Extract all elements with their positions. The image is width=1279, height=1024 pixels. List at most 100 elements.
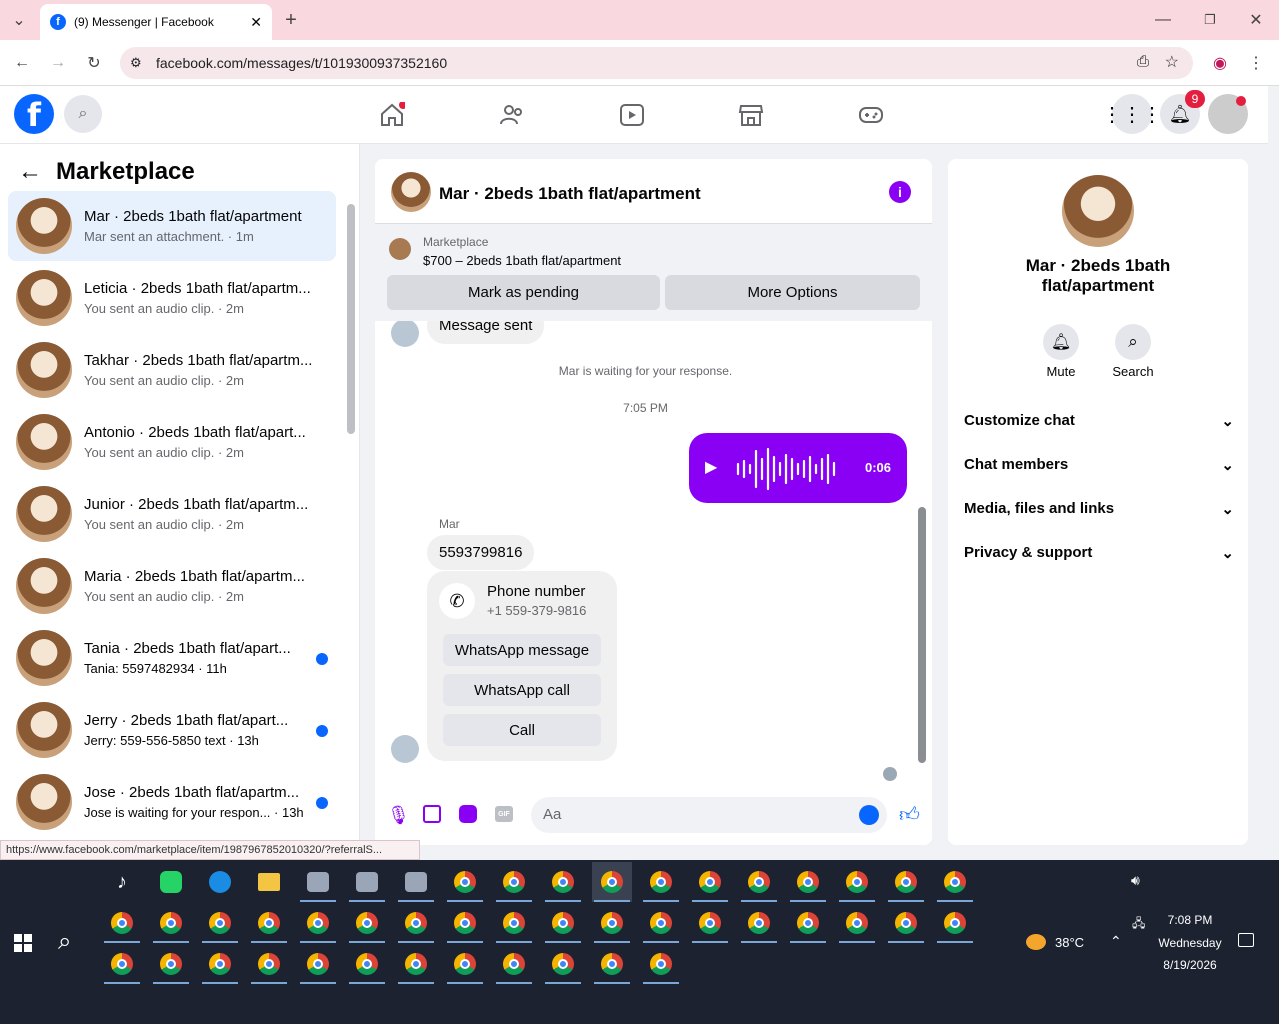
gaming-icon[interactable] xyxy=(858,102,884,128)
clock-time[interactable]: 7:08 PM xyxy=(1150,913,1230,927)
photo-icon[interactable] xyxy=(423,805,441,823)
message-input[interactable]: Aa xyxy=(531,797,887,833)
section-customize-chat[interactable]: Customize chat ⌄ xyxy=(964,412,1234,430)
friends-icon[interactable] xyxy=(499,102,525,128)
info-icon[interactable]: i xyxy=(889,181,911,203)
chrome-taskbar-icon[interactable] xyxy=(935,862,975,902)
new-tab-icon[interactable]: + xyxy=(276,5,306,35)
gif-icon[interactable]: GIF xyxy=(495,806,513,822)
section-media-files[interactable]: Media, files and links ⌄ xyxy=(964,500,1234,518)
chrome-taskbar-icon[interactable] xyxy=(445,862,485,902)
files-taskbar-icon[interactable] xyxy=(249,862,289,902)
chrome-taskbar-icon[interactable] xyxy=(445,903,485,943)
close-window-icon[interactable]: ✕ xyxy=(1241,5,1271,35)
chrome-taskbar-icon[interactable] xyxy=(690,862,730,902)
chrome-taskbar-icon[interactable] xyxy=(886,862,926,902)
taskbar-search-icon[interactable]: ⌕ xyxy=(58,928,71,956)
app2-taskbar-icon[interactable] xyxy=(347,862,387,902)
play-icon[interactable]: ▶ xyxy=(705,457,717,477)
forward-icon[interactable]: → xyxy=(43,48,73,78)
chrome-taskbar-icon[interactable] xyxy=(249,903,289,943)
listing-price[interactable]: $700 – 2beds 1bath flat/apartment xyxy=(423,253,621,268)
conversation-item[interactable]: Junior · 2beds 1bath flat/apartm... You s… xyxy=(8,479,336,549)
call-button[interactable]: Call xyxy=(443,714,601,746)
conversation-item[interactable]: Mar · 2beds 1bath flat/apartment Mar sent… xyxy=(8,191,336,261)
chrome-taskbar-icon[interactable] xyxy=(347,944,387,984)
search-icon[interactable]: ⌕ xyxy=(64,95,102,133)
chrome-taskbar-icon[interactable] xyxy=(543,903,583,943)
microphone-icon[interactable]: 🎙︎ xyxy=(387,805,410,826)
chrome-taskbar-icon[interactable] xyxy=(347,903,387,943)
chrome-taskbar-icon[interactable] xyxy=(739,862,779,902)
chrome-taskbar-icon[interactable] xyxy=(837,903,877,943)
chrome-taskbar-icon[interactable] xyxy=(690,903,730,943)
chrome-taskbar-icon[interactable] xyxy=(151,903,191,943)
chrome-taskbar-icon[interactable] xyxy=(543,862,583,902)
chrome-taskbar-icon[interactable] xyxy=(739,903,779,943)
video-icon[interactable] xyxy=(619,102,645,128)
profile-icon[interactable]: ◉ xyxy=(1205,48,1235,78)
conversation-item[interactable]: Tania · 2beds 1bath flat/apart... Tania: … xyxy=(8,623,336,693)
reload-icon[interactable]: ↻ xyxy=(79,48,109,78)
like-icon[interactable]: 👍︎ xyxy=(899,803,920,827)
chat-title[interactable]: Mar · 2beds 1bath flat/apartment xyxy=(439,184,701,204)
chrome-taskbar-icon[interactable] xyxy=(886,903,926,943)
sticker-icon[interactable] xyxy=(459,805,477,823)
tray-chevron-icon[interactable]: ⌃ xyxy=(1110,933,1122,950)
chrome-taskbar-icon[interactable] xyxy=(935,903,975,943)
mute-icon[interactable]: 🔔︎ xyxy=(1043,324,1079,360)
chrome-taskbar-icon[interactable] xyxy=(592,944,632,984)
chrome-taskbar-icon[interactable] xyxy=(494,862,534,902)
chat-scrollbar[interactable] xyxy=(918,507,926,763)
browser-tab[interactable]: f (9) Messenger | Facebook ✕ xyxy=(40,4,272,40)
whatsapp-call-button[interactable]: WhatsApp call xyxy=(443,674,601,706)
section-privacy-support[interactable]: Privacy & support ⌄ xyxy=(964,544,1234,562)
chrome-taskbar-icon[interactable] xyxy=(788,862,828,902)
chrome-taskbar-icon[interactable] xyxy=(592,903,632,943)
tab-search-icon[interactable]: ⌄ xyxy=(4,5,34,35)
marketplace-icon[interactable] xyxy=(738,102,764,128)
chrome-taskbar-icon[interactable] xyxy=(788,903,828,943)
chrome-taskbar-icon[interactable] xyxy=(298,903,338,943)
install-app-icon[interactable]: ⎙ xyxy=(1137,53,1149,70)
chrome-taskbar-icon[interactable] xyxy=(396,944,436,984)
chrome-taskbar-icon[interactable] xyxy=(298,944,338,984)
chrome-taskbar-icon[interactable] xyxy=(494,903,534,943)
chrome-taskbar-icon[interactable] xyxy=(396,903,436,943)
conversation-item[interactable]: Takhar · 2beds 1bath flat/apartm... You s… xyxy=(8,335,336,405)
menu-grid-icon[interactable]: ⋮⋮⋮ xyxy=(1102,94,1162,134)
app-taskbar-icon[interactable] xyxy=(298,862,338,902)
listing-thumbnail[interactable] xyxy=(389,238,411,260)
chrome-taskbar-icon[interactable] xyxy=(200,903,240,943)
chrome-taskbar-icon[interactable] xyxy=(151,944,191,984)
browser-menu-icon[interactable]: ⋮ xyxy=(1241,48,1271,78)
bookmark-star-icon[interactable]: ☆ xyxy=(1165,52,1179,72)
volume-icon[interactable]: 🔊︎ xyxy=(1131,872,1140,889)
whatsapp-taskbar-icon[interactable] xyxy=(151,862,191,902)
close-tab-icon[interactable]: ✕ xyxy=(250,14,262,31)
home-icon[interactable] xyxy=(379,102,405,128)
back-icon[interactable]: ← xyxy=(7,48,37,78)
facebook-logo[interactable]: f xyxy=(14,94,54,134)
start-icon[interactable] xyxy=(14,934,32,952)
search-chat-icon[interactable]: ⌕ xyxy=(1115,324,1151,360)
conversation-item[interactable]: Leticia · 2beds 1bath flat/apartm... You … xyxy=(8,263,336,333)
conversation-item[interactable]: Jerry · 2beds 1bath flat/apart... Jerry: … xyxy=(8,695,336,765)
app3-taskbar-icon[interactable] xyxy=(396,862,436,902)
more-options-button[interactable]: More Options xyxy=(665,275,920,310)
clock-date[interactable]: 8/19/2026 xyxy=(1150,958,1230,972)
edge-taskbar-icon[interactable] xyxy=(200,862,240,902)
tiktok-taskbar-icon[interactable]: ♪ xyxy=(102,862,142,902)
chrome-taskbar-icon[interactable] xyxy=(445,944,485,984)
whatsapp-message-button[interactable]: WhatsApp message xyxy=(443,634,601,666)
scrollbar[interactable] xyxy=(347,204,355,434)
network-icon[interactable]: 🖧︎ xyxy=(1132,914,1145,935)
chrome-taskbar-icon[interactable] xyxy=(592,862,632,902)
audio-message[interactable]: ▶ 0:06 xyxy=(689,433,907,503)
mark-pending-button[interactable]: Mark as pending xyxy=(387,275,660,310)
section-chat-members[interactable]: Chat members ⌄ xyxy=(964,456,1234,474)
back-arrow-icon[interactable]: ← xyxy=(18,158,42,186)
phone-message[interactable]: 5593799816 xyxy=(427,535,535,570)
emoji-icon[interactable] xyxy=(859,805,879,825)
minimize-icon[interactable]: — xyxy=(1148,5,1178,35)
